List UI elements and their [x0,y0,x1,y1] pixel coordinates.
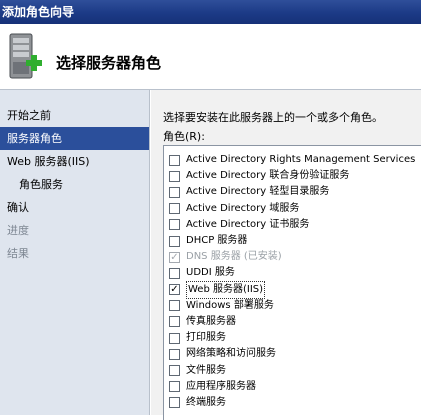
role-list-item[interactable]: Active Directory 证书服务 [164,217,421,233]
nav-item-role-services[interactable]: 角色服务 [0,173,149,196]
role-label: Active Directory Rights Management Servi… [186,154,416,166]
role-label: DHCP 服务器 [186,235,248,247]
instruction-text: 选择要安装在此服务器上的一个或多个角色。 [163,111,383,124]
window-titlebar[interactable]: 添加角色向导 [0,0,421,24]
role-list-item[interactable]: Windows 部署服务 [164,298,421,314]
role-label: Active Directory 域服务 [186,202,300,214]
role-label: 打印服务 [186,332,226,344]
window-title: 添加角色向导 [2,5,75,19]
role-list-item: ✓ DNS 服务器 (已安装) [164,249,421,265]
role-list-item[interactable]: 文件服务 [164,362,421,378]
role-list-item[interactable]: 打印服务 [164,330,421,346]
role-label: 网络策略和访问服务 [186,348,276,360]
server-add-icon [9,33,42,79]
main-panel: 选择要安装在此服务器上的一个或多个角色。 角色(R): Active Direc… [151,90,421,420]
role-checkbox[interactable] [169,219,180,231]
role-checkbox[interactable] [169,300,180,312]
role-checkbox[interactable] [169,186,180,198]
nav-item-confirmation[interactable]: 确认 [0,196,149,219]
role-list-item[interactable]: ✓ Web 服务器(IIS) [164,280,421,299]
role-checkbox[interactable] [169,397,180,409]
role-checkbox[interactable] [169,235,180,247]
role-label: Active Directory 轻型目录服务 [186,186,330,198]
role-list-item[interactable]: 应用程序服务器 [164,379,421,395]
role-list-item[interactable]: UDDI 服务 [164,265,421,281]
role-label: UDDI 服务 [186,267,235,279]
role-label: 应用程序服务器 [186,380,256,392]
role-list-item[interactable]: Active Directory 域服务 [164,201,421,217]
nav-item-before-you-begin[interactable]: 开始之前 [0,104,149,127]
role-checkbox[interactable] [169,348,180,360]
roles-label: 角色(R): [163,130,205,143]
role-label: DNS 服务器 (已安装) [186,251,282,263]
role-checkbox[interactable]: ✓ [169,284,180,296]
role-label: 传真服务器 [186,315,236,327]
role-list-item[interactable]: 网络策略和访问服务 [164,346,421,362]
wizard-nav: 开始之前 服务器角色 Web 服务器(IIS) 角色服务 确认 进度 结果 [0,90,150,415]
role-checkbox[interactable] [169,316,180,328]
roles-listbox[interactable]: Active Directory Rights Management Servi… [163,145,421,420]
wizard-header: 选择服务器角色 [0,24,421,90]
role-list-item[interactable]: 传真服务器 [164,314,421,330]
role-label: Active Directory 联合身份验证服务 [186,170,350,182]
role-label: Web 服务器(IIS) [186,280,266,299]
role-label: 文件服务 [186,364,226,376]
role-checkbox[interactable] [169,332,180,344]
role-label: Active Directory 证书服务 [186,218,310,230]
role-list-item[interactable]: Active Directory Rights Management Servi… [164,152,421,168]
role-checkbox[interactable] [169,170,180,182]
role-checkbox[interactable] [169,365,180,377]
role-list-item[interactable]: 终端服务 [164,395,421,411]
role-list-item[interactable]: Active Directory 轻型目录服务 [164,184,421,200]
nav-item-web-server[interactable]: Web 服务器(IIS) [0,150,149,173]
nav-item-server-roles[interactable]: 服务器角色 [0,127,149,150]
page-title: 选择服务器角色 [56,54,162,72]
role-checkbox: ✓ [169,251,180,263]
role-list-item[interactable]: Active Directory 联合身份验证服务 [164,168,421,184]
nav-item-progress: 进度 [7,224,29,237]
role-list-item[interactable]: DHCP 服务器 [164,233,421,249]
role-label: 终端服务 [186,396,226,408]
role-checkbox[interactable] [169,154,180,166]
role-checkbox[interactable] [169,267,180,279]
role-label: Windows 部署服务 [186,299,274,311]
nav-item-results: 结果 [7,247,29,260]
role-checkbox[interactable] [169,203,180,215]
role-checkbox[interactable] [169,381,180,393]
